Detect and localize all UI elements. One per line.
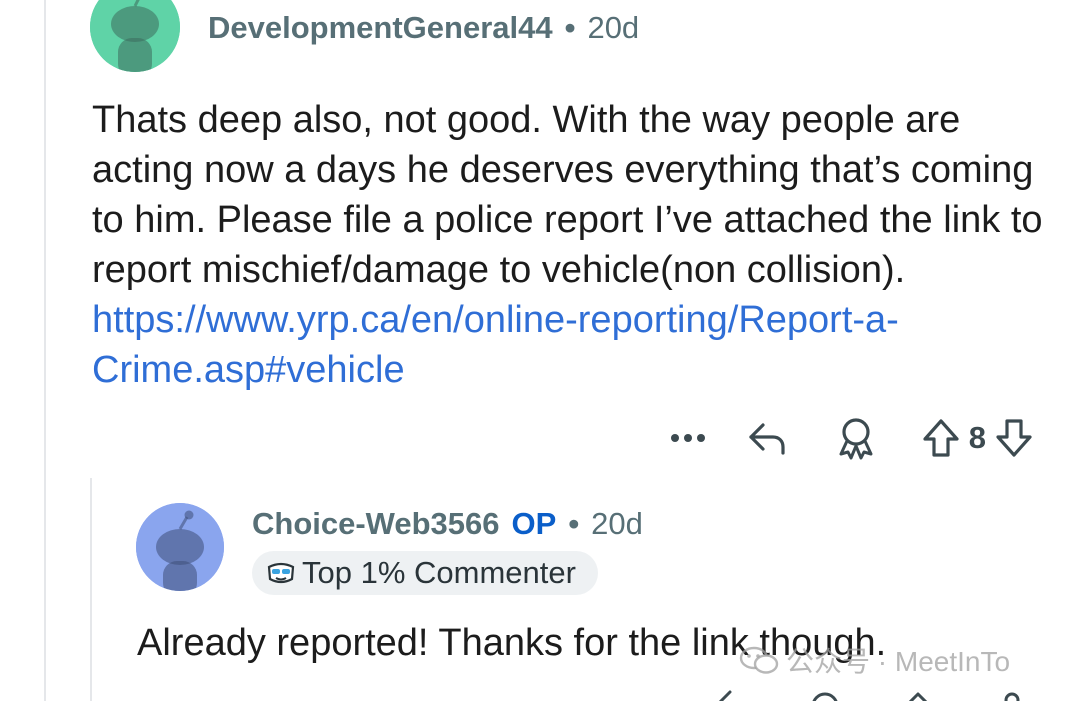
reply-icon (718, 690, 732, 701)
reply-username[interactable]: Choice-Web3566 (252, 506, 500, 542)
op-badge: OP (511, 506, 557, 541)
comment-link[interactable]: https://www.yrp.ca/en/online-reporting/R… (92, 299, 899, 391)
award-icon (839, 418, 873, 460)
avatar[interactable] (90, 0, 180, 72)
comment-header: DevelopmentGeneral44 • 20d (208, 8, 639, 48)
flair-text: Top 1% Commenter (302, 555, 576, 590)
reply-age: 20d (591, 506, 643, 541)
more-button[interactable] (663, 413, 713, 463)
reply-icon (749, 423, 785, 455)
comment-body: Thats deep also, not good. With the way … (92, 95, 1062, 395)
snoo-avatar-icon (90, 0, 180, 72)
upvote-button[interactable] (919, 413, 963, 463)
comment-actions: 8 (663, 413, 1036, 463)
downvote-button[interactable] (992, 413, 1036, 463)
snoo-avatar-icon (136, 503, 224, 591)
username[interactable]: DevelopmentGeneral44 (208, 10, 553, 46)
separator-dot: • (568, 506, 580, 541)
wechat-icon (739, 646, 779, 674)
downvote-icon (1004, 692, 1020, 701)
watermark-text: 公众号 · MeetInTo (786, 646, 1011, 677)
upvote-icon (908, 692, 928, 701)
comment-age: 20d (587, 10, 640, 45)
sunglasses-icon (266, 559, 296, 587)
thread-line[interactable] (44, 0, 46, 701)
separator-dot: • (564, 10, 576, 45)
award-icon (812, 692, 838, 701)
comment-thread: DevelopmentGeneral44 • 20d Thats deep al… (0, 0, 1080, 701)
upvote-icon (923, 419, 959, 457)
comment-text: Thats deep also, not good. With the way … (92, 99, 1043, 291)
vote-count: 8 (968, 420, 986, 455)
downvote-icon (996, 419, 1032, 457)
award-button[interactable] (831, 413, 881, 463)
reply-actions (700, 684, 1040, 701)
reply-header: Choice-Web3566 OP • 20d (252, 504, 643, 544)
reply-thread-line[interactable] (90, 478, 92, 701)
reply-button[interactable] (743, 413, 793, 463)
reply-actions-partial (718, 690, 1020, 701)
reply-avatar[interactable] (136, 503, 224, 591)
watermark: 公众号 · MeetInTo (738, 640, 1010, 680)
more-horizontal-icon (670, 434, 705, 442)
user-flair: Top 1% Commenter (252, 551, 598, 595)
